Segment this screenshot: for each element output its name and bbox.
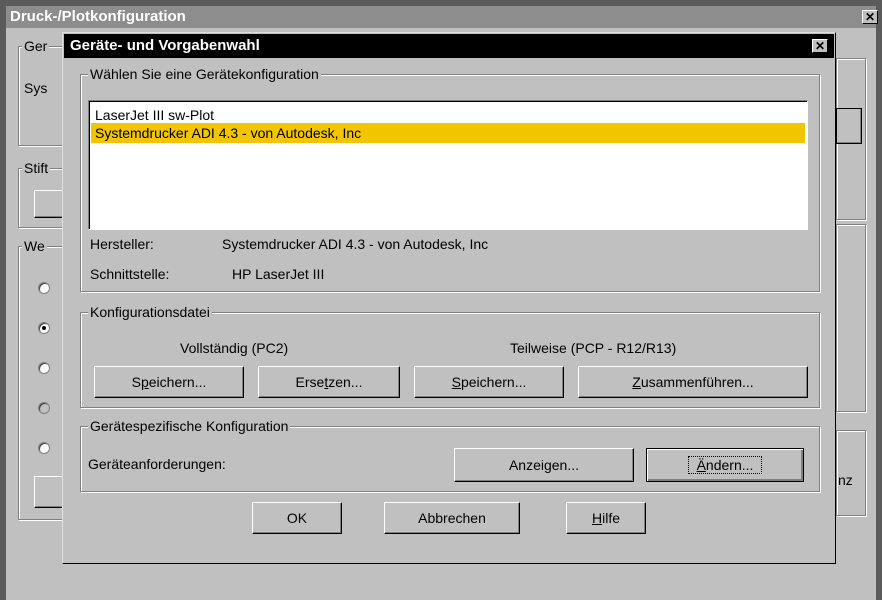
save-full-button[interactable]: Speichern... — [94, 366, 244, 398]
merge-mnemonic: Z — [632, 374, 641, 390]
background-nz-label: nz — [838, 472, 853, 488]
merge-button[interactable]: Zusammenführen... — [578, 366, 808, 398]
manufacturer-label: Hersteller: — [90, 236, 154, 252]
config-file-legend: Konfigurationsdatei — [88, 304, 212, 320]
help-button[interactable]: Hilfe — [566, 502, 646, 534]
cancel-label: Abbrechen — [418, 510, 486, 526]
device-list-item[interactable]: LaserJet III sw-Plot — [95, 105, 214, 125]
background-radio-1[interactable] — [38, 282, 50, 294]
device-specific-legend: Gerätespezifische Konfiguration — [88, 418, 291, 434]
background-group-1-label: Ger — [22, 38, 50, 54]
cancel-button[interactable]: Abbrechen — [384, 502, 520, 534]
background-stift-label: Stift — [22, 160, 51, 176]
replace-label-a: Erse — [295, 374, 325, 390]
manufacturer-value: Systemdrucker ADI 4.3 - von Autodesk, In… — [222, 236, 489, 252]
close-icon: ✕ — [814, 39, 826, 53]
background-radio-4 — [38, 402, 50, 414]
device-list[interactable]: LaserJet III sw-Plot Systemdrucker ADI 4… — [88, 100, 808, 230]
device-list-item-selected[interactable]: Systemdrucker ADI 4.3 - von Autodesk, In… — [91, 123, 805, 143]
change-button[interactable]: Ändern... — [646, 448, 804, 482]
save-partial-button[interactable]: Speichern... — [414, 366, 564, 398]
help-mnemonic: H — [591, 510, 603, 526]
background-right-button[interactable] — [836, 108, 862, 144]
background-radio-2[interactable] — [38, 322, 50, 334]
interface-label: Schnittstelle: — [90, 266, 170, 282]
merge-label-b: usammenführen... — [640, 374, 754, 390]
background-close-button[interactable]: ✕ — [862, 10, 878, 24]
close-icon: ✕ — [864, 10, 876, 24]
replace-button[interactable]: Ersetzen... — [258, 366, 400, 398]
change-button-focus: Ändern... — [687, 456, 763, 474]
change-label: ndern... — [705, 457, 754, 473]
full-config-label: Vollständig (PC2) — [180, 340, 289, 356]
help-label: ilfe — [602, 510, 621, 526]
save-partial-mnemonic: S — [451, 374, 461, 390]
show-button[interactable]: Anzeigen... — [454, 448, 634, 482]
background-window-title: Druck-/Plotkonfiguration — [10, 8, 186, 25]
save-full-mnemonic: p — [140, 374, 149, 390]
background-radio-5[interactable] — [38, 442, 50, 454]
dialog-title-bar: Geräte- und Vorgabenwahl — [64, 34, 834, 58]
change-mnemonic: Ä — [696, 457, 706, 473]
background-sys-label: Sys — [24, 80, 48, 96]
background-right-group-2 — [836, 224, 866, 412]
save-partial-label-b: peichern... — [460, 374, 527, 390]
save-full-label-a: S — [131, 374, 141, 390]
background-title-bar: Druck-/Plotkonfiguration — [6, 6, 876, 28]
device-selection-legend: Wählen Sie eine Gerätekonfiguration — [88, 66, 321, 82]
dialog-title: Geräte- und Vorgabenwahl — [70, 37, 260, 54]
requirements-label: Geräteanforderungen: — [88, 456, 226, 472]
dialog-close-button[interactable]: ✕ — [812, 39, 828, 53]
show-label: Anzeigen... — [508, 457, 580, 473]
replace-label-b: zen... — [328, 374, 363, 390]
save-full-label-b: eichern... — [148, 374, 207, 390]
ok-button[interactable]: OK — [252, 502, 342, 534]
background-we-label: We — [22, 238, 47, 254]
partial-config-label: Teilweise (PCP - R12/R13) — [510, 340, 677, 356]
background-radio-3[interactable] — [38, 362, 50, 374]
ok-label: OK — [286, 510, 308, 526]
interface-value: HP LaserJet III — [232, 266, 325, 282]
